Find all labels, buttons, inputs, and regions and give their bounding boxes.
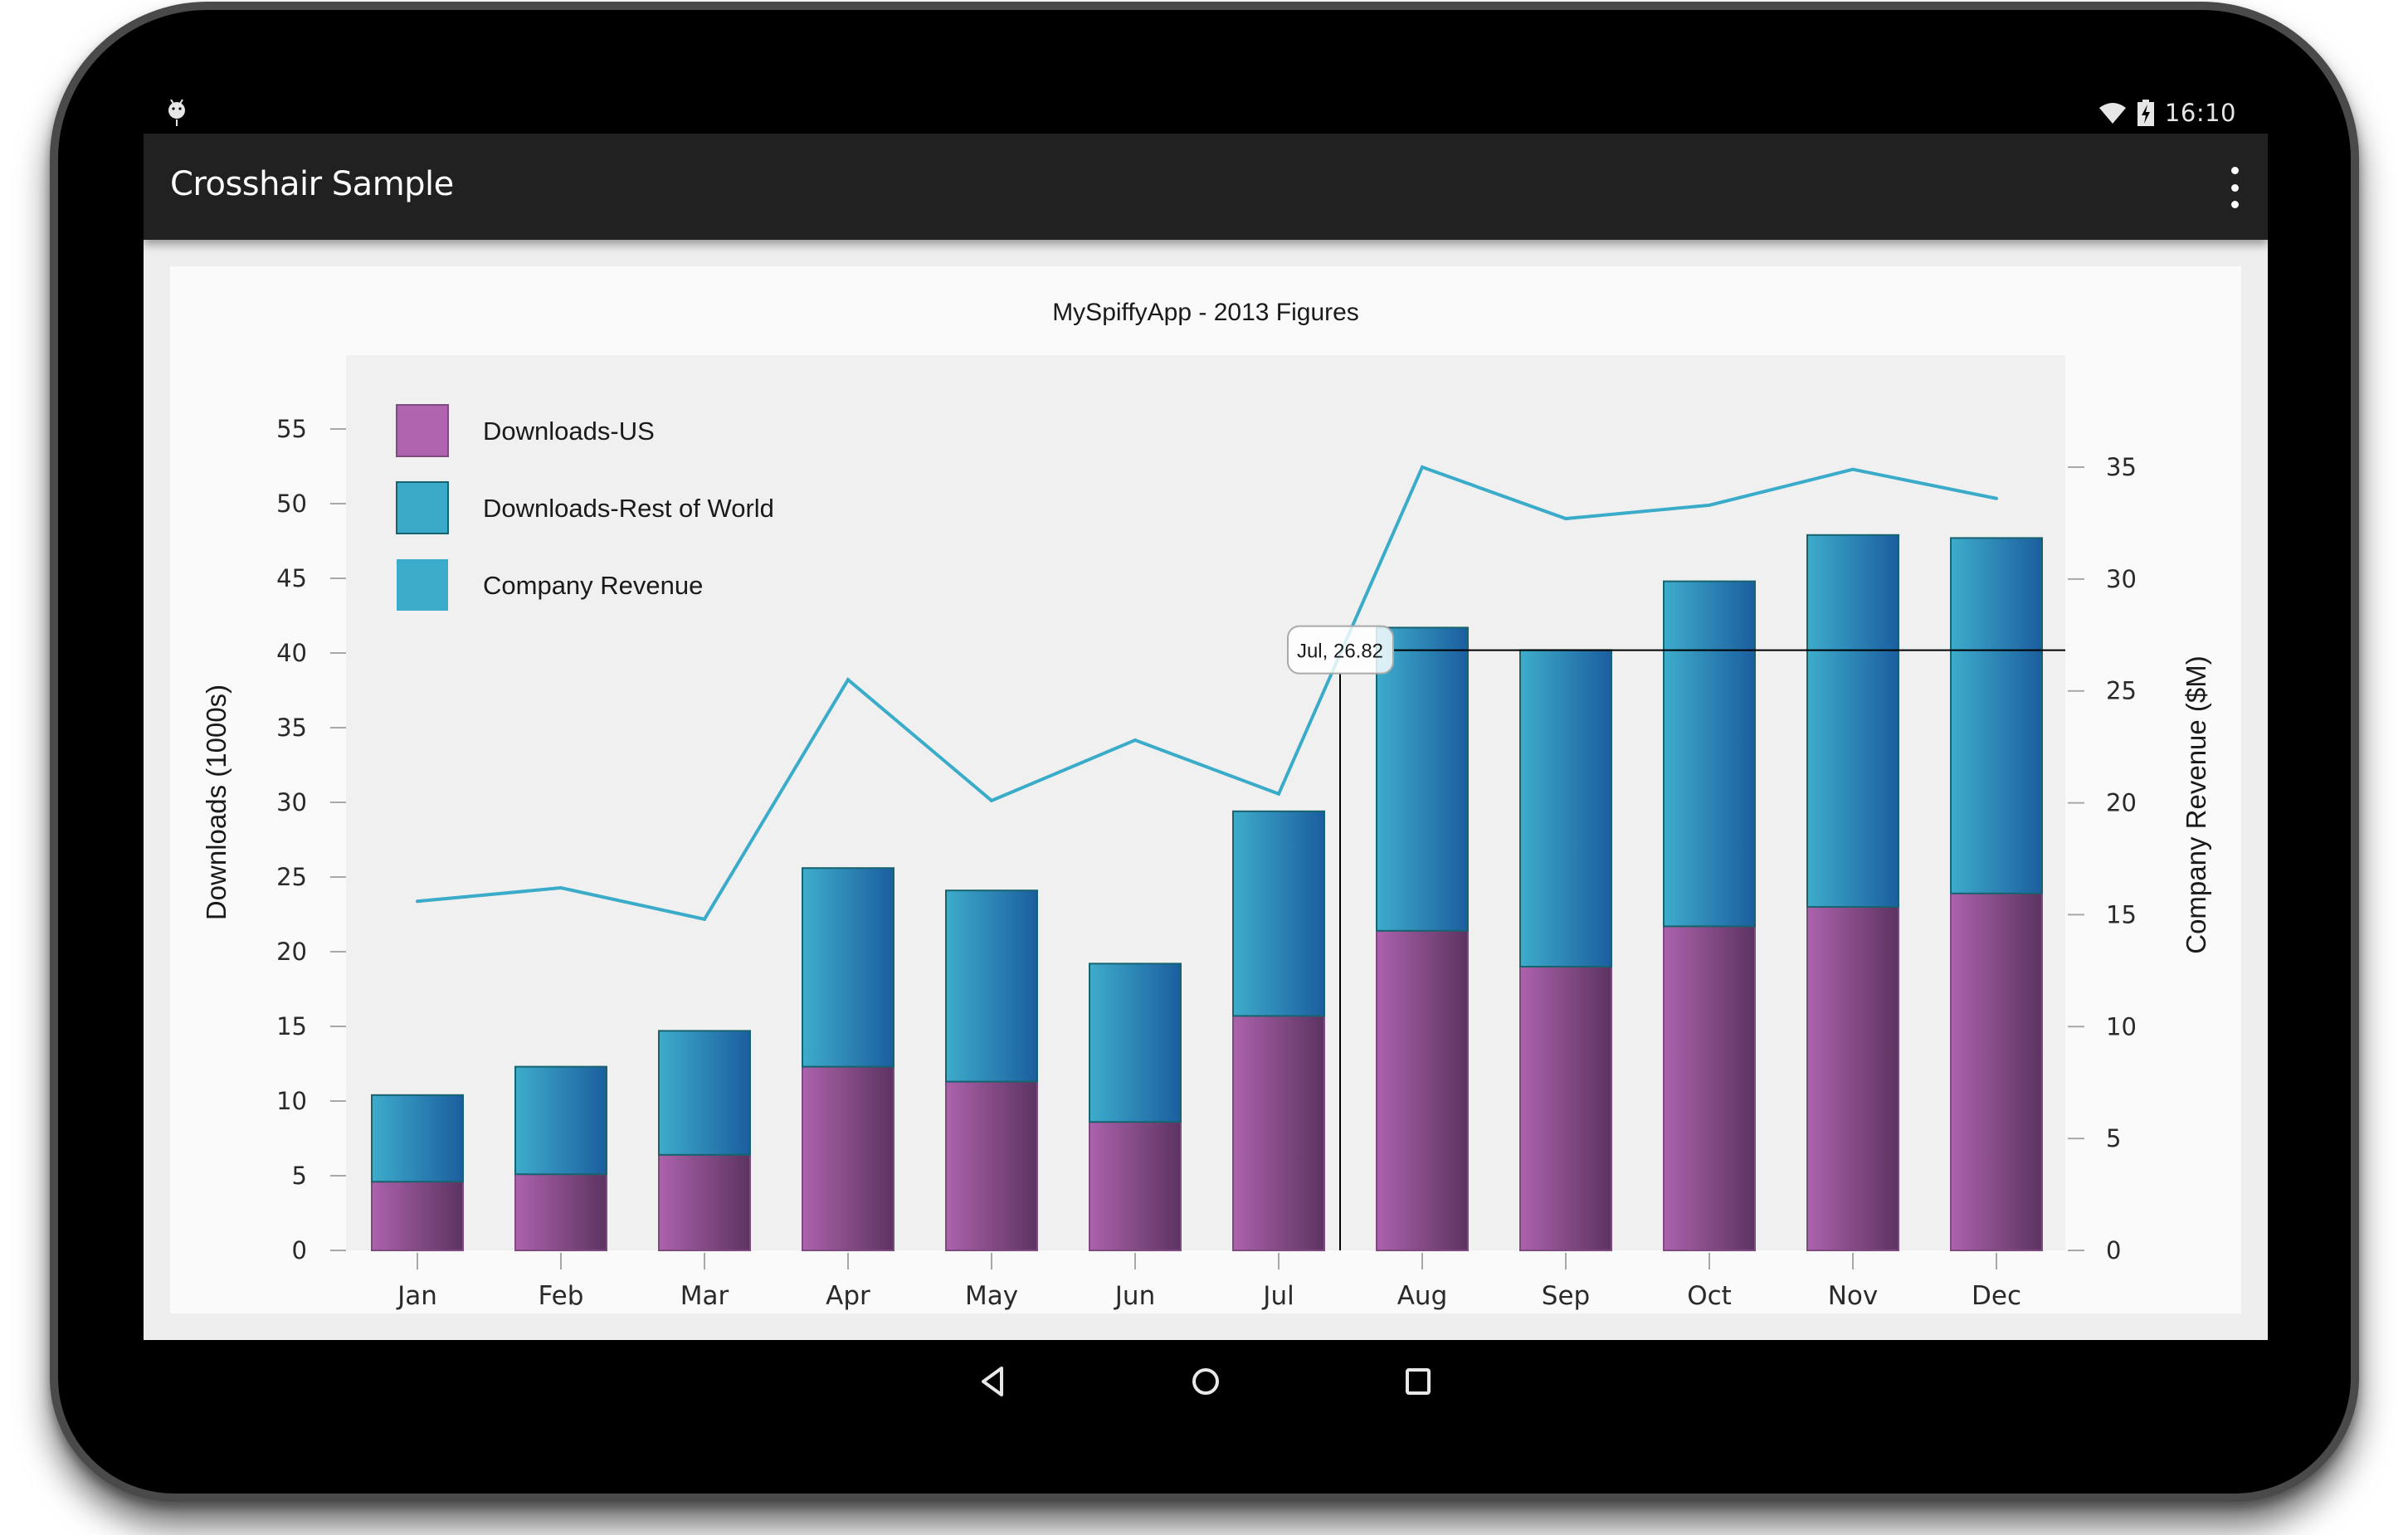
bar-downloads-rest-of-world[interactable] [1232,810,1325,1017]
bar-downloads-rest-of-world[interactable] [1806,534,1899,908]
line-point-company-revenue[interactable] [1133,738,1137,743]
crosshair-tooltip-label: Jul, 26.82 [1297,641,1383,663]
legend-label: Downloads-Rest of World [483,494,774,523]
bar-downloads-rest-of-world[interactable] [1663,580,1756,928]
y-tick-label: 10 [276,1087,307,1115]
app-title: Crosshair Sample [170,165,454,203]
y2-tick-label: 10 [2106,1012,2137,1040]
line-point-company-revenue[interactable] [1421,465,1424,469]
x-tick-label: Sep [1542,1281,1590,1311]
y2-tick-label: 0 [2106,1236,2121,1265]
right-axis: 0 5 10 15 20 25 30 35 [2068,453,2137,1265]
y-tick-label: 50 [276,490,307,518]
bar-downloads-us[interactable] [1950,892,2043,1252]
y2-tick-label: 15 [2106,900,2137,928]
y2-tick-label: 30 [2106,565,2137,593]
overflow-menu-button[interactable] [2226,167,2243,208]
bar-downloads-us[interactable] [1089,1121,1182,1251]
bar-downloads-rest-of-world[interactable] [658,1030,751,1156]
y2-tick-label: 5 [2106,1124,2121,1152]
line-point-company-revenue[interactable] [1708,503,1711,507]
bar-downloads-rest-of-world[interactable] [371,1094,464,1183]
x-tick-label: Feb [539,1281,584,1311]
line-point-company-revenue[interactable] [1277,792,1280,796]
y-tick-label: 25 [276,863,307,891]
y-tick-label: 35 [276,714,307,742]
x-tick-label: Mar [680,1281,729,1311]
line-point-company-revenue[interactable] [416,899,419,904]
legend-swatch [397,559,448,611]
y-tick-label: 40 [276,639,307,667]
line-point-company-revenue[interactable] [846,678,850,682]
x-tick-label: Apr [826,1281,870,1311]
bar-downloads-us[interactable] [1376,929,1469,1252]
line-point-company-revenue[interactable] [1851,467,1855,471]
line-point-company-revenue[interactable] [1564,517,1567,521]
bar-downloads-us[interactable] [514,1173,607,1251]
y2-tick-label: 20 [2106,789,2137,817]
y-tick-label: 45 [276,564,307,592]
y-tick-label: 15 [276,1012,307,1040]
left-axis: 0 5 10 15 20 25 30 35 40 45 50 55 [276,415,346,1265]
legend-swatch [396,404,449,457]
bar-downloads-us[interactable] [658,1153,751,1252]
bar-downloads-us[interactable] [1663,925,1756,1252]
x-tick-label: Aug [1397,1281,1448,1311]
bar-downloads-us[interactable] [1806,906,1899,1251]
bar-downloads-rest-of-world[interactable] [945,889,1038,1083]
bar-downloads-rest-of-world[interactable] [514,1065,607,1176]
line-point-company-revenue[interactable] [990,798,993,802]
bar-downloads-rest-of-world[interactable] [1519,649,1612,968]
y-tick-label: 5 [292,1162,307,1190]
bar-downloads-us[interactable] [802,1065,894,1251]
y2-tick-label: 25 [2106,677,2137,705]
x-tick-label: Jun [1114,1281,1155,1311]
y2-axis-title: Company Revenue ($M) [2181,655,2211,954]
app-bar: Crosshair Sample [144,134,2268,240]
x-tick-label: Nov [1828,1281,1879,1311]
line-point-company-revenue[interactable] [703,917,706,921]
legend-label: Company Revenue [483,571,703,600]
y2-tick-label: 35 [2106,453,2137,481]
x-tick-label: Jan [396,1281,437,1311]
x-tick-label: Oct [1687,1281,1732,1311]
x-axis: Jan Feb Mar Apr May Jun Jul Aug Sep Oct Nov Dec [396,1253,2021,1311]
y-tick-label: 55 [276,415,307,443]
line-point-company-revenue[interactable] [559,886,563,890]
line-point-company-revenue[interactable] [1995,496,1998,500]
bar-downloads-us[interactable] [945,1080,1038,1251]
chart-title: MySpiffyApp - 2013 Figures [1052,299,1359,326]
legend-label: Downloads-US [483,417,655,446]
legend-swatch [396,481,449,534]
x-tick-label: May [965,1281,1018,1311]
y-tick-label: 20 [276,938,307,966]
y-axis-title: Downloads (1000s) [201,685,232,920]
bar-downloads-us[interactable] [371,1181,464,1251]
bar-downloads-us[interactable] [1232,1015,1325,1252]
x-tick-label: Dec [1972,1281,2021,1311]
bar-downloads-rest-of-world[interactable] [1950,537,2043,894]
x-tick-label: Jul [1261,1281,1294,1311]
y-tick-label: 0 [292,1236,307,1265]
bar-downloads-rest-of-world[interactable] [1089,962,1182,1123]
bar-downloads-us[interactable] [1519,966,1612,1251]
bar-downloads-rest-of-world[interactable] [1376,626,1469,932]
bar-downloads-rest-of-world[interactable] [802,867,894,1068]
y-tick-label: 30 [276,788,307,816]
overflow-menu-icon [2230,167,2239,174]
